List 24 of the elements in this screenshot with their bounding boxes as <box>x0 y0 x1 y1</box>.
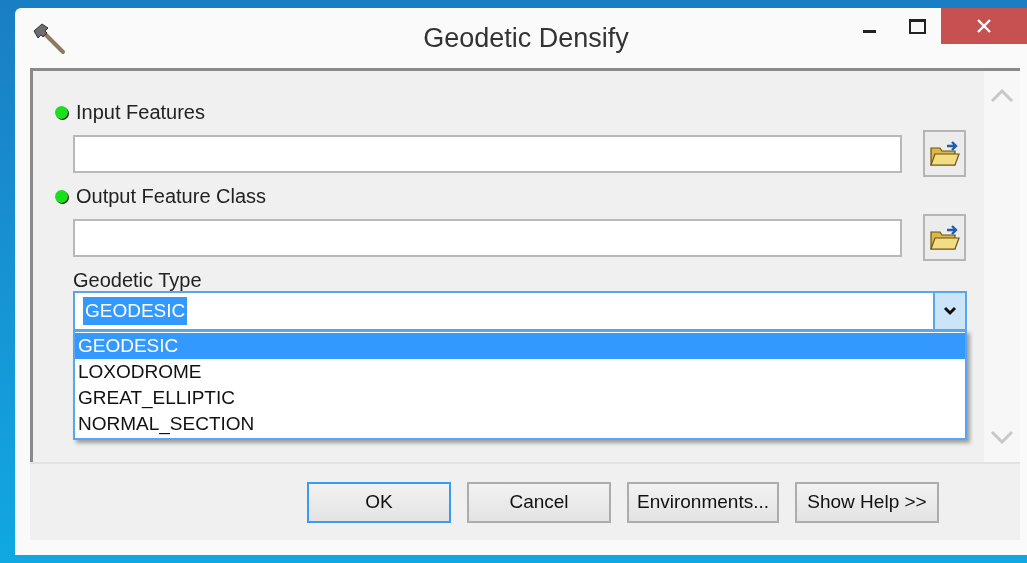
dialog-button[interactable]: Environments... <box>627 481 779 523</box>
dialog-button[interactable]: OK <box>307 481 451 523</box>
hammer-icon <box>31 22 67 56</box>
close-icon <box>977 19 991 33</box>
chevron-down-icon <box>943 306 957 316</box>
dropdown-option[interactable]: LOXODROME <box>75 359 965 385</box>
browse-button[interactable] <box>923 130 966 177</box>
dialog-button[interactable]: Cancel <box>467 481 611 523</box>
parameter-label: Output Feature Class <box>76 184 267 209</box>
selected-value: GEODESIC <box>83 296 188 326</box>
minimize-icon <box>862 29 876 33</box>
parameter-label: Geodetic Type <box>73 268 203 291</box>
dropdown-option[interactable]: GREAT_ELLIPTIC <box>75 385 965 411</box>
browse-button[interactable] <box>923 214 966 261</box>
window-title: Geodetic Densify <box>423 21 629 55</box>
folder-icon <box>928 139 961 168</box>
parameter-label: Input Features <box>76 100 205 125</box>
path-field[interactable] <box>73 218 902 257</box>
close-button[interactable] <box>941 8 1027 44</box>
dialog-button[interactable]: Show Help >> <box>795 481 939 523</box>
folder-icon <box>928 223 961 252</box>
path-field[interactable] <box>73 134 902 173</box>
maximize-icon <box>908 18 926 34</box>
dropdown-option[interactable]: NORMAL_SECTION <box>75 411 965 437</box>
